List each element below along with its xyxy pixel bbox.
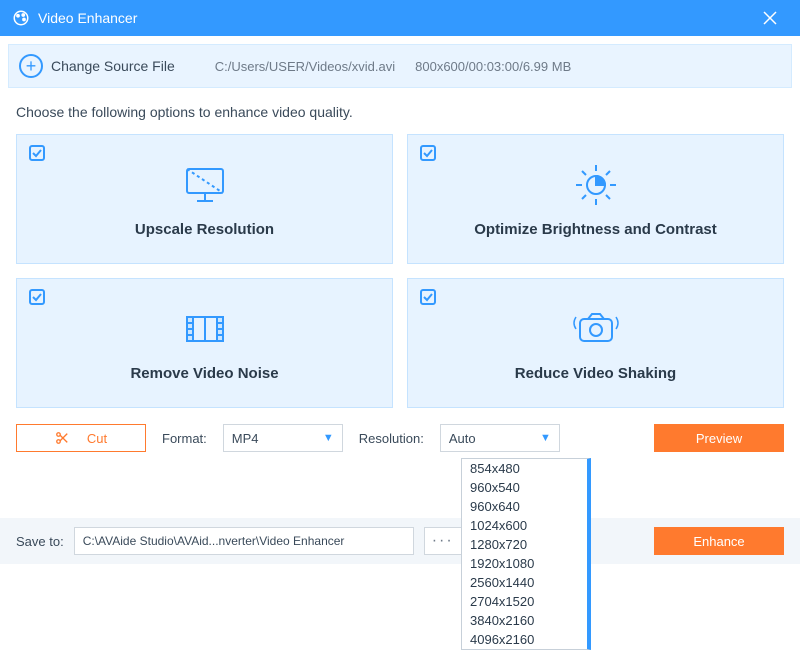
caret-down-icon: ▼ bbox=[540, 432, 551, 444]
source-file-info: 800x600/00:03:00/6.99 MB bbox=[415, 59, 571, 74]
format-select[interactable]: MP4 ▼ bbox=[223, 424, 343, 452]
noise-checkbox[interactable] bbox=[29, 289, 45, 305]
resolution-dropdown[interactable]: 854x480 960x540 960x640 1024x600 1280x72… bbox=[461, 458, 591, 650]
brightness-card[interactable]: Optimize Brightness and Contrast bbox=[407, 134, 784, 264]
cut-label: Cut bbox=[87, 431, 107, 446]
noise-card[interactable]: Remove Video Noise bbox=[16, 278, 393, 408]
save-bar: Save to: ··· Enhance bbox=[0, 518, 800, 564]
resolution-option[interactable]: 1280x720 bbox=[462, 535, 587, 554]
format-label: Format: bbox=[162, 431, 207, 446]
brightness-checkbox[interactable] bbox=[420, 145, 436, 161]
resolution-option[interactable]: 960x540 bbox=[462, 478, 587, 497]
resolution-select[interactable]: Auto ▼ bbox=[440, 424, 560, 452]
scissors-icon bbox=[55, 431, 69, 445]
save-to-label: Save to: bbox=[16, 534, 64, 549]
upscale-label: Upscale Resolution bbox=[135, 221, 274, 238]
browse-button[interactable]: ··· bbox=[424, 527, 462, 555]
change-source-button[interactable]: Change Source File bbox=[51, 58, 175, 74]
resolution-option[interactable]: 1920x1080 bbox=[462, 554, 587, 573]
save-path-input[interactable] bbox=[74, 527, 414, 555]
controls-row: Cut Format: MP4 ▼ Resolution: Auto ▼ Pre… bbox=[0, 408, 800, 462]
resolution-option[interactable]: 1024x600 bbox=[462, 516, 587, 535]
close-icon bbox=[763, 11, 777, 25]
check-icon bbox=[422, 147, 434, 159]
resolution-option[interactable]: 4096x2160 bbox=[462, 630, 587, 649]
format-value: MP4 bbox=[232, 431, 259, 446]
app-icon bbox=[12, 9, 30, 27]
instruction-text: Choose the following options to enhance … bbox=[0, 96, 800, 134]
resolution-option[interactable]: 2560x1440 bbox=[462, 573, 587, 592]
caret-down-icon: ▼ bbox=[323, 432, 334, 444]
upscale-card[interactable]: Upscale Resolution bbox=[16, 134, 393, 264]
check-icon bbox=[422, 291, 434, 303]
filmstrip-icon bbox=[183, 305, 227, 353]
enhance-button[interactable]: Enhance bbox=[654, 527, 784, 555]
noise-label: Remove Video Noise bbox=[130, 365, 278, 382]
camera-icon bbox=[570, 305, 622, 353]
options-grid: Upscale Resolution Optimize Brightness a… bbox=[0, 134, 800, 408]
sun-icon bbox=[572, 161, 620, 209]
source-file-path: C:/Users/USER/Videos/xvid.avi bbox=[215, 59, 395, 74]
shake-checkbox[interactable] bbox=[420, 289, 436, 305]
check-icon bbox=[31, 291, 43, 303]
resolution-option[interactable]: 854x480 bbox=[462, 459, 587, 478]
cut-button[interactable]: Cut bbox=[16, 424, 146, 452]
title-bar: Video Enhancer bbox=[0, 0, 800, 36]
preview-button[interactable]: Preview bbox=[654, 424, 784, 452]
monitor-icon bbox=[183, 161, 227, 209]
shake-label: Reduce Video Shaking bbox=[515, 365, 676, 382]
check-icon bbox=[31, 147, 43, 159]
upscale-checkbox[interactable] bbox=[29, 145, 45, 161]
resolution-value: Auto bbox=[449, 431, 476, 446]
brightness-label: Optimize Brightness and Contrast bbox=[474, 221, 717, 238]
source-file-bar: + Change Source File C:/Users/USER/Video… bbox=[8, 44, 792, 88]
close-button[interactable] bbox=[752, 0, 788, 36]
shake-card[interactable]: Reduce Video Shaking bbox=[407, 278, 784, 408]
resolution-option[interactable]: 3840x2160 bbox=[462, 611, 587, 630]
resolution-option[interactable]: 2704x1520 bbox=[462, 592, 587, 611]
app-title: Video Enhancer bbox=[38, 10, 752, 26]
resolution-option[interactable]: 960x640 bbox=[462, 497, 587, 516]
resolution-label: Resolution: bbox=[359, 431, 424, 446]
add-file-button[interactable]: + bbox=[19, 54, 43, 78]
